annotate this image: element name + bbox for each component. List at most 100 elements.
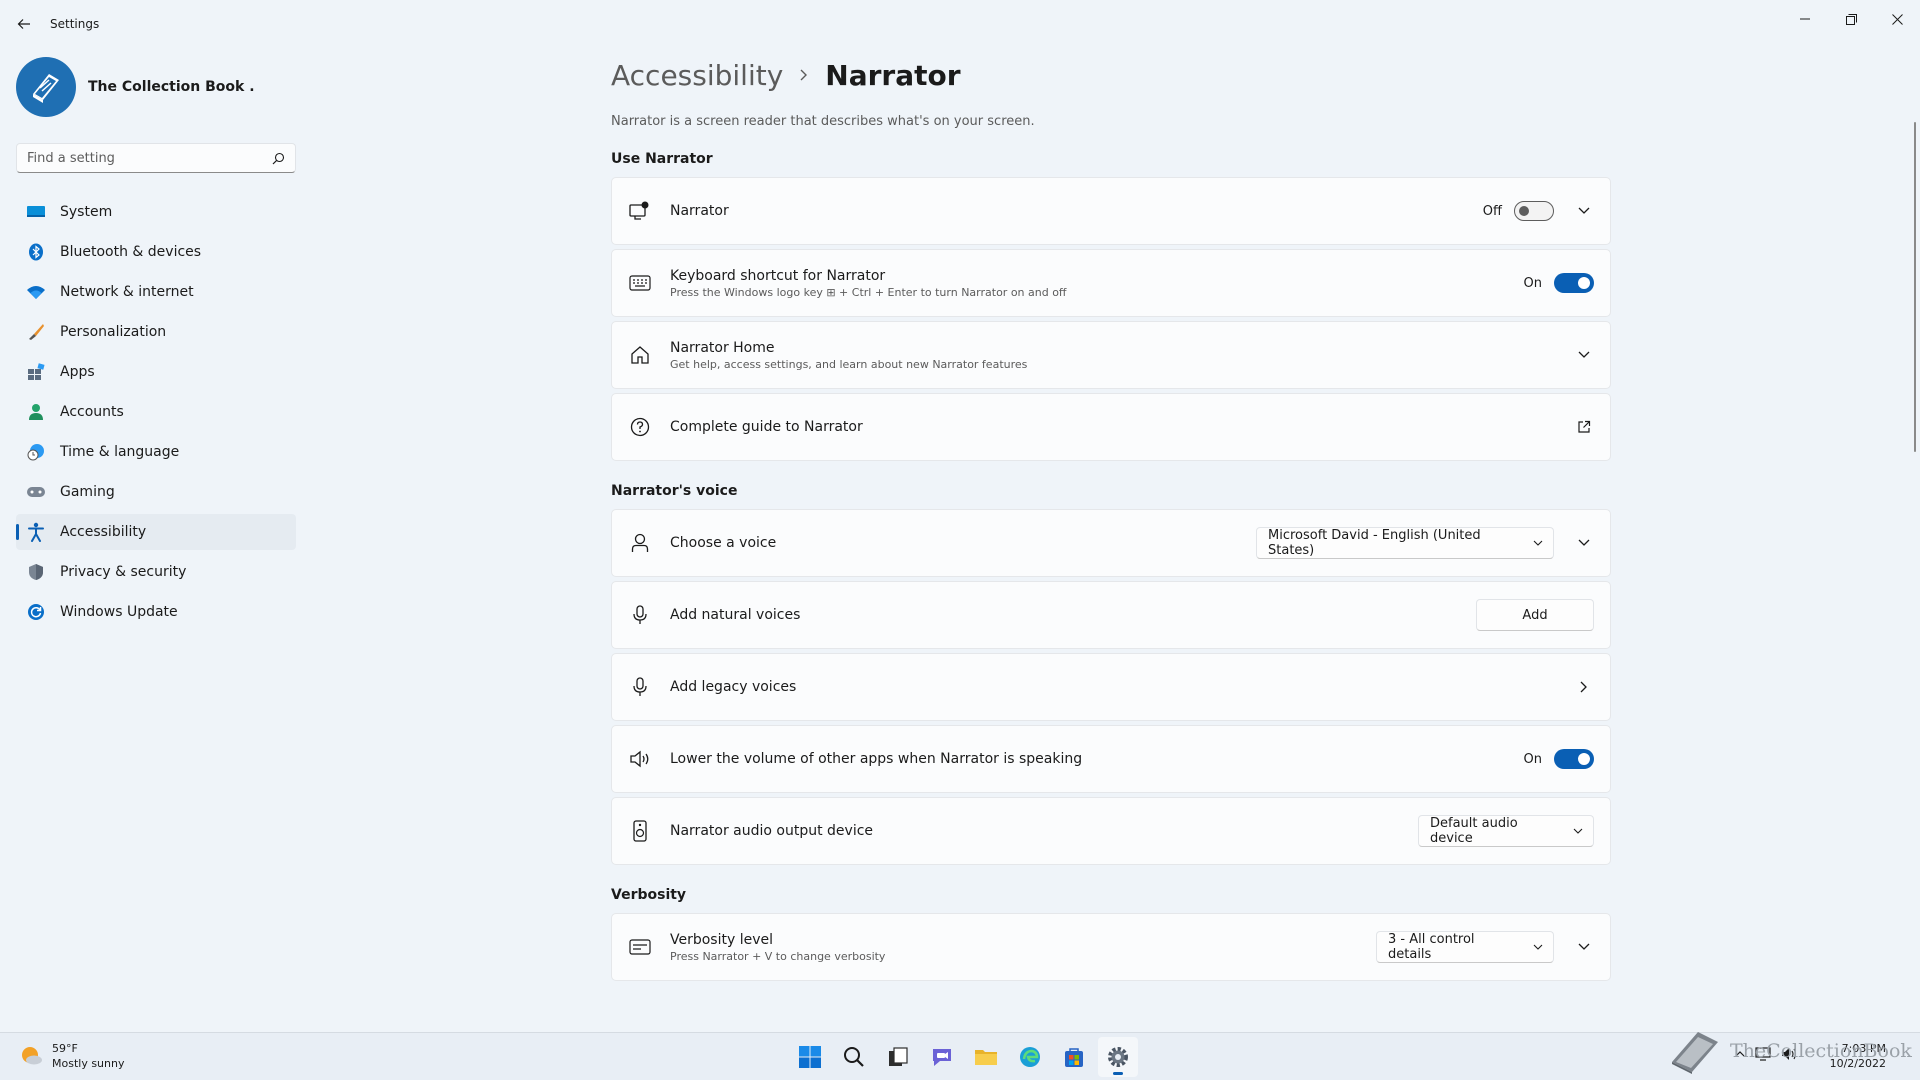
settings-search[interactable] <box>16 143 296 173</box>
sun-cloud-icon <box>22 1047 42 1065</box>
chevron-down-icon[interactable] <box>1574 937 1594 957</box>
scrollbar[interactable] <box>1914 122 1916 452</box>
keyboard-icon <box>628 271 652 295</box>
audio-output-title: Narrator audio output device <box>670 823 874 839</box>
add-legacy-voices-setting[interactable]: Add legacy voices <box>611 653 1611 721</box>
edge-button[interactable] <box>1010 1037 1050 1077</box>
restore-button[interactable] <box>1828 4 1874 34</box>
search-input[interactable] <box>27 150 272 166</box>
open-external-icon[interactable] <box>1574 417 1594 437</box>
sidebar-item-bluetooth[interactable]: Bluetooth & devices <box>16 234 296 270</box>
accounts-icon <box>26 402 46 422</box>
narrator-setting[interactable]: Narrator Off <box>611 177 1611 245</box>
task-view-button[interactable] <box>878 1037 918 1077</box>
back-button[interactable] <box>14 14 34 34</box>
search-button[interactable] <box>834 1037 874 1077</box>
sidebar-item-accounts[interactable]: Accounts <box>16 394 296 430</box>
minimize-button[interactable] <box>1782 4 1828 34</box>
sidebar-item-label: System <box>60 204 113 220</box>
chat-button[interactable] <box>922 1037 962 1077</box>
audio-output-setting: Narrator audio output device Default aud… <box>611 797 1611 865</box>
verbosity-level-setting: Verbosity level Press Narrator + V to ch… <box>611 913 1611 981</box>
profile-name: The Collection Book . <box>88 79 255 95</box>
section-title-use-narrator: Use Narrator <box>611 151 713 167</box>
chevron-down-icon[interactable] <box>1574 201 1594 221</box>
audio-output-dropdown-value: Default audio device <box>1430 816 1518 846</box>
taskbar-apps <box>788 1037 1140 1077</box>
help-icon <box>628 415 652 439</box>
settings-app-button[interactable] <box>1098 1037 1138 1077</box>
brush-icon <box>26 322 46 342</box>
sidebar-item-label: Time & language <box>60 444 180 460</box>
choose-voice-title: Choose a voice <box>670 535 777 551</box>
clock-globe-icon <box>26 442 46 462</box>
sidebar-item-label: Apps <box>60 364 95 380</box>
gear-icon <box>1108 1047 1128 1067</box>
chevron-right-icon <box>799 68 809 82</box>
sidebar-item-network[interactable]: Network & internet <box>16 274 296 310</box>
person-icon <box>628 531 652 555</box>
bluetooth-icon <box>26 242 46 262</box>
verbosity-dropdown[interactable]: 3 - All control details <box>1376 931 1554 963</box>
lower-volume-toggle[interactable] <box>1554 749 1594 769</box>
keyboard-shortcut-title: Keyboard shortcut for Narrator <box>670 267 886 284</box>
main-content: Accessibility Narrator Narrator is a scr… <box>611 50 1611 985</box>
sidebar-item-time-language[interactable]: Time & language <box>16 434 296 470</box>
sidebar-item-label: Network & internet <box>60 284 194 300</box>
store-button[interactable] <box>1054 1037 1094 1077</box>
start-button[interactable] <box>790 1037 830 1077</box>
sidebar-item-personalization[interactable]: Personalization <box>16 314 296 350</box>
verbosity-dropdown-value: 3 - All control details <box>1388 932 1475 962</box>
close-button[interactable] <box>1874 4 1920 34</box>
sidebar-item-label: Bluetooth & devices <box>60 244 202 260</box>
narrator-title: Narrator <box>670 203 729 219</box>
user-profile[interactable]: The Collection Book . <box>16 57 255 117</box>
watermark-text: TheCollectionBook <box>1730 1040 1912 1062</box>
add-button[interactable]: Add <box>1476 599 1594 631</box>
watermark: TheCollectionBook <box>1668 1028 1912 1074</box>
breadcrumb: Accessibility Narrator <box>611 50 1611 100</box>
weather-widget[interactable]: 59°F Mostly sunny <box>18 1041 124 1071</box>
search-icon[interactable] <box>272 152 285 165</box>
page-description: Narrator is a screen reader that describ… <box>611 114 1035 129</box>
home-icon <box>628 343 652 367</box>
voice-dropdown[interactable]: Microsoft David - English (United States… <box>1256 527 1554 559</box>
sidebar-item-privacy[interactable]: Privacy & security <box>16 554 296 590</box>
sidebar-item-label: Accessibility <box>60 524 147 540</box>
chevron-right-icon[interactable] <box>1574 677 1594 697</box>
breadcrumb-parent[interactable]: Accessibility <box>611 59 783 92</box>
windows-logo-icon <box>799 1046 821 1068</box>
chevron-down-icon[interactable] <box>1574 345 1594 365</box>
page-title: Narrator <box>825 58 961 92</box>
teams-chat-icon <box>933 1049 951 1066</box>
close-icon <box>1891 13 1903 25</box>
keyboard-shortcut-subtitle: Press the Windows logo key ⊞ + Ctrl + En… <box>670 285 1067 299</box>
complete-guide-title: Complete guide to Narrator <box>670 419 863 435</box>
audio-output-dropdown[interactable]: Default audio device <box>1418 815 1594 847</box>
file-explorer-button[interactable] <box>966 1037 1006 1077</box>
system-icon <box>26 202 46 222</box>
sidebar-item-gaming[interactable]: Gaming <box>16 474 296 510</box>
complete-guide-link[interactable]: Complete guide to Narrator <box>611 393 1611 461</box>
shield-icon <box>26 562 46 582</box>
section-title-narrators-voice: Narrator's voice <box>611 483 738 499</box>
sidebar-item-system[interactable]: System <box>16 194 296 230</box>
choose-voice-setting: Choose a voice Microsoft David - English… <box>611 509 1611 577</box>
wifi-icon <box>26 282 46 302</box>
narrator-home-setting[interactable]: Narrator Home Get help, access settings,… <box>611 321 1611 389</box>
chevron-down-icon[interactable] <box>1574 533 1594 553</box>
keyboard-shortcut-toggle[interactable] <box>1554 273 1594 293</box>
edge-browser-icon <box>1020 1047 1040 1067</box>
restore-icon <box>1845 13 1857 25</box>
sidebar-item-label: Accounts <box>60 404 124 420</box>
narrator-toggle-state: Off <box>1482 203 1502 219</box>
add-legacy-voices-title: Add legacy voices <box>670 679 797 695</box>
sidebar-item-apps[interactable]: Apps <box>16 354 296 390</box>
sidebar-nav: System Bluetooth & devices Network & int… <box>16 194 296 634</box>
sidebar-item-windows-update[interactable]: Windows Update <box>16 594 296 630</box>
microphone-icon <box>628 675 652 699</box>
narrator-toggle[interactable] <box>1514 201 1554 221</box>
narrator-home-subtitle: Get help, access settings, and learn abo… <box>670 357 1028 371</box>
sidebar-item-accessibility[interactable]: Accessibility <box>16 514 296 550</box>
task-view-icon <box>889 1047 908 1066</box>
